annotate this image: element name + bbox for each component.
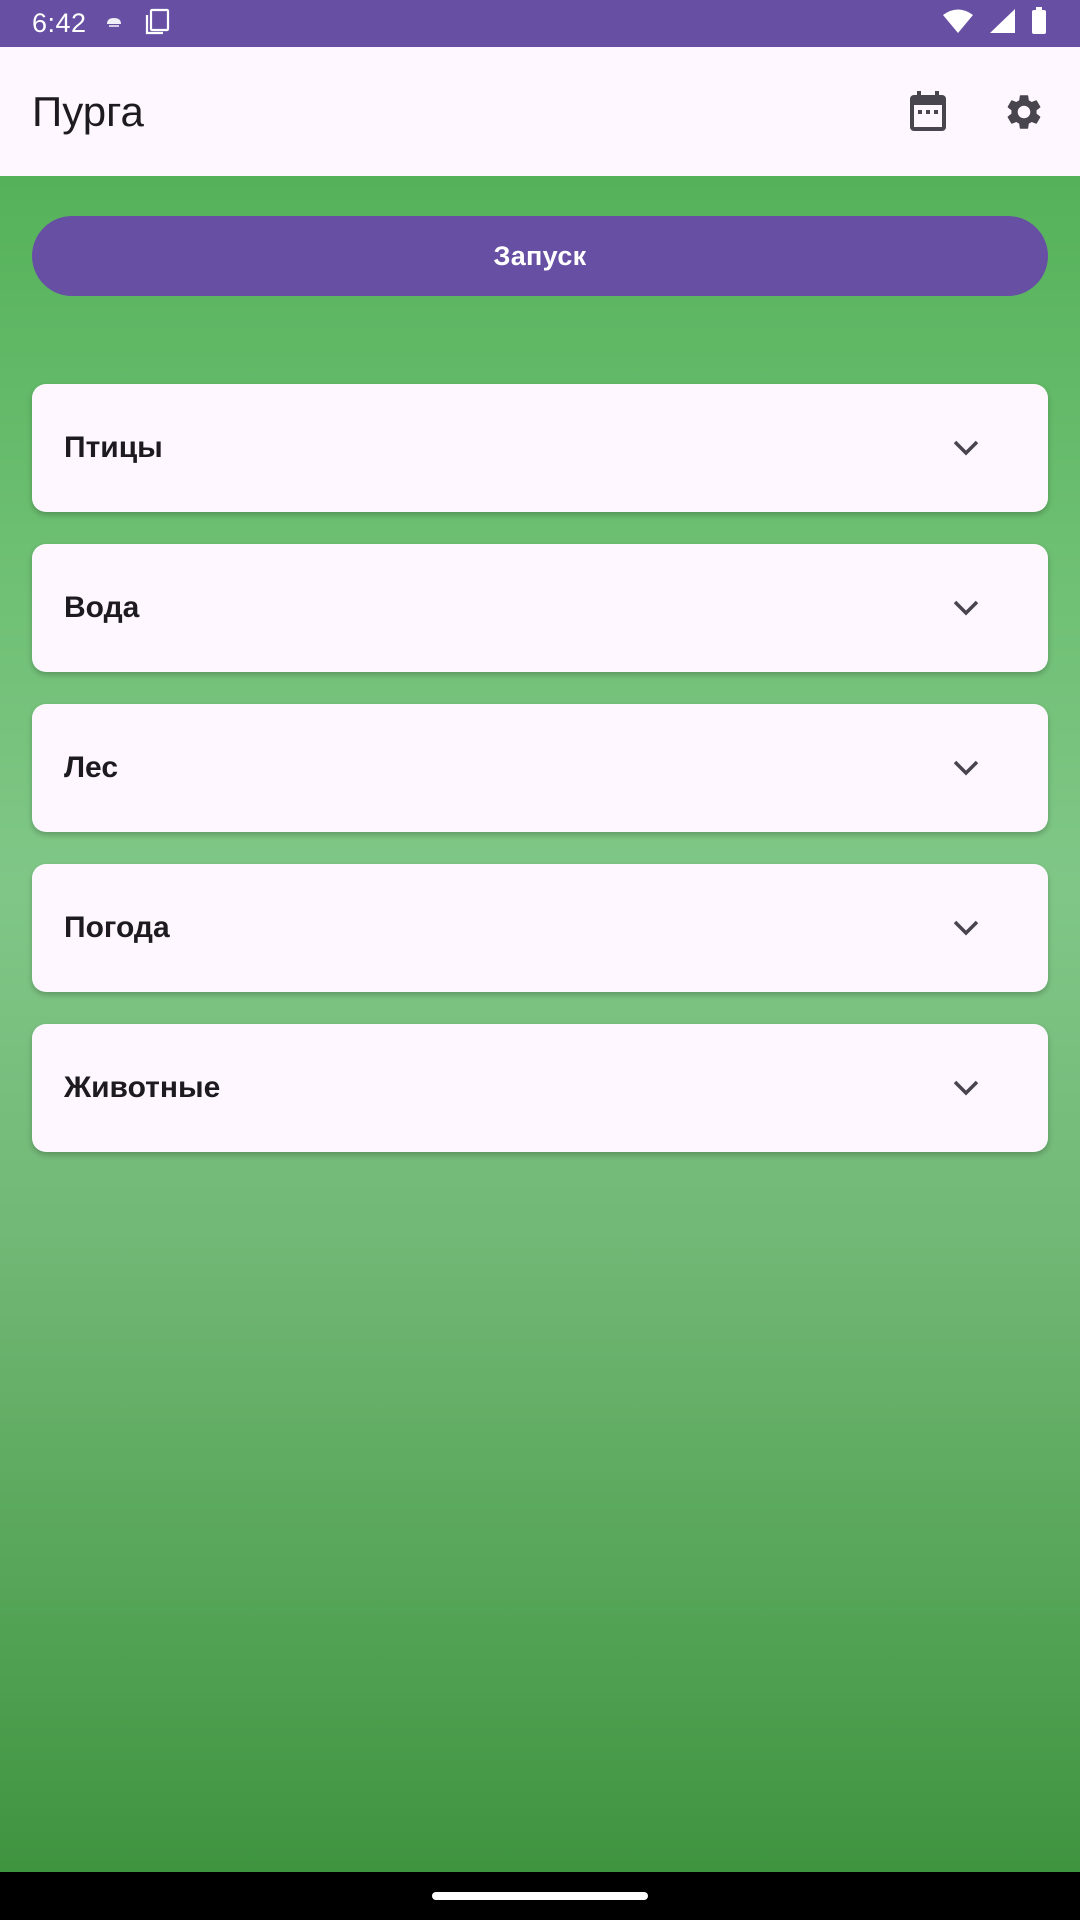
calendar-icon[interactable] [904,88,952,136]
battery-icon [1030,7,1048,40]
section-card-birds[interactable]: Птицы [32,384,1048,512]
section-card-forest[interactable]: Лес [32,704,1048,832]
navigation-bar [0,1872,1080,1920]
weather-icon [105,14,123,33]
launch-button[interactable]: Запуск [32,216,1048,296]
section-label: Лес [64,751,119,784]
wifi-icon [942,8,974,39]
chevron-down-icon[interactable] [948,1070,984,1106]
home-handle[interactable] [432,1892,648,1900]
page-title: Пурга [32,87,144,135]
main-content: Запуск Птицы Вода Лес Погода Животные [0,176,1080,1872]
status-bar: 6:42 [0,0,1080,47]
section-label: Вода [64,591,140,624]
cell-signal-icon [988,8,1016,39]
section-card-weather[interactable]: Погода [32,864,1048,992]
chevron-down-icon[interactable] [948,430,984,466]
status-time: 6:42 [32,8,87,38]
section-label: Погода [64,911,170,944]
section-label: Птицы [64,431,163,464]
chevron-down-icon[interactable] [948,910,984,946]
section-card-animals[interactable]: Животные [32,1024,1048,1152]
chevron-down-icon[interactable] [948,590,984,626]
section-label: Животные [64,1071,221,1104]
section-card-water[interactable]: Вода [32,544,1048,672]
gear-icon[interactable] [1000,88,1048,136]
app-bar: Пурга [0,47,1080,176]
chevron-down-icon[interactable] [948,750,984,786]
clipboard-icon [143,7,171,40]
